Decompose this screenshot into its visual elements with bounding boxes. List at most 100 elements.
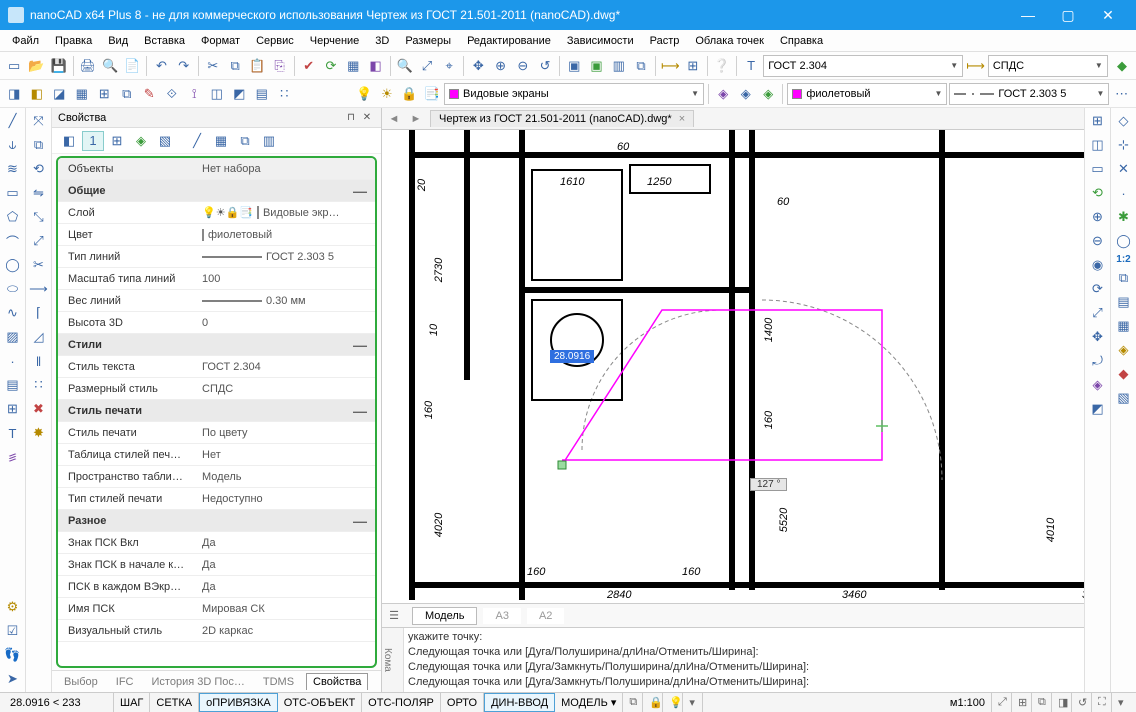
layer-tool-2[interactable]: ◈ — [735, 83, 756, 105]
dim-style-icon[interactable]: ⟼ — [965, 55, 986, 77]
tab-a3[interactable]: A3 — [483, 608, 520, 624]
tab-close-icon[interactable]: × — [679, 113, 685, 125]
snap-tool-6[interactable]: ◯ — [1113, 230, 1135, 252]
misc-tool-1[interactable]: ⚙ — [2, 596, 24, 618]
props-row[interactable]: Стиль текстаГОСТ 2.304 — [58, 356, 375, 378]
mtext-tool[interactable]: ꠵ — [2, 446, 24, 468]
point-tool[interactable]: · — [2, 350, 24, 372]
document-tab[interactable]: Чертеж из ГОСТ 21.501-2011 (nanoCAD).dwg… — [430, 110, 694, 127]
props-tab-2[interactable]: История 3D Пос… — [146, 674, 251, 690]
nav-tool-3[interactable]: ▭ — [1087, 158, 1109, 180]
props-row[interactable]: Вес линий0.30 мм — [58, 290, 375, 312]
new-file-button[interactable]: ▭ — [4, 55, 24, 77]
selection-b-button[interactable]: ▣ — [586, 55, 606, 77]
footprint-icon[interactable]: 👣 — [2, 644, 24, 666]
props-tool-9[interactable]: ▥ — [258, 131, 280, 151]
region-tool[interactable]: ▤ — [2, 374, 24, 396]
nav-tool-4[interactable]: ⟲ — [1087, 182, 1109, 204]
tab-next-icon[interactable]: ► — [408, 113, 424, 125]
props-tool-2[interactable]: 1 — [82, 131, 104, 151]
tool-a2[interactable]: ◧ — [27, 83, 48, 105]
linetype-mgr-button[interactable]: ⋯ — [1111, 83, 1132, 105]
measure-button[interactable]: ⟼ — [660, 55, 681, 77]
grid-button[interactable]: ⊞ — [683, 55, 703, 77]
model-indicator[interactable]: МОДЕЛЬ ▾ — [555, 693, 623, 712]
menu-3D[interactable]: 3D — [367, 33, 397, 49]
nav-tool-5[interactable]: ⊕ — [1087, 206, 1109, 228]
props-row[interactable]: Визуальный стиль2D каркас — [58, 620, 375, 642]
props-row[interactable]: Высота 3D0 — [58, 312, 375, 334]
layer-mgr-button[interactable]: ◧ — [365, 55, 385, 77]
plot-button[interactable]: 📄 — [122, 55, 142, 77]
props-tool-1[interactable]: ◧ — [58, 131, 80, 151]
snap-tool-2[interactable]: ⊹ — [1113, 134, 1135, 156]
menu-Зависимости[interactable]: Зависимости — [559, 33, 642, 49]
zoom-realtime-button[interactable]: 🔍 — [395, 55, 415, 77]
selection-c-button[interactable]: ▥ — [609, 55, 629, 77]
nav-tool-9[interactable]: ⤢ — [1087, 302, 1109, 324]
nav-tool-13[interactable]: ◩ — [1087, 398, 1109, 420]
status-toggle-ШАГ[interactable]: ШАГ — [114, 693, 150, 712]
pline-tool[interactable]: ⫝ — [2, 134, 24, 156]
props-row[interactable]: Тип линийГОСТ 2.303 5 — [58, 246, 375, 268]
color-dropdown[interactable]: фиолетовый▼ — [787, 83, 947, 105]
chamfer-tool[interactable]: ◿ — [28, 326, 50, 348]
erase-tool[interactable]: ✖ — [28, 398, 50, 420]
snap-tool-12[interactable]: ▧ — [1113, 387, 1135, 409]
pan-button[interactable]: ✥ — [468, 55, 488, 77]
props-row[interactable]: Имя ПСКМировая СК — [58, 598, 375, 620]
menu-Вид[interactable]: Вид — [100, 33, 136, 49]
props-tab-1[interactable]: IFC — [110, 674, 140, 690]
command-line-content[interactable]: укажите точку: Следующая точка или [Дуга… — [404, 628, 1084, 692]
props-tool-8[interactable]: ⧉ — [234, 131, 256, 151]
lock-icon[interactable]: 🔒 — [399, 83, 420, 105]
hatch-tool[interactable]: ▨ — [2, 326, 24, 348]
print-preview-button[interactable]: 🔍 — [100, 55, 120, 77]
panel-close-icon[interactable]: ✕ — [359, 110, 375, 126]
tool-a12[interactable]: ▤ — [252, 83, 273, 105]
close-button[interactable]: ✕ — [1088, 0, 1128, 30]
props-row[interactable]: ПСК в каждом ВЭкр…Да — [58, 576, 375, 598]
misc-tool-2[interactable]: ☑ — [2, 620, 24, 642]
paste-button[interactable]: 📋 — [247, 55, 267, 77]
snap-tool-11[interactable]: ◆ — [1113, 363, 1135, 385]
undo-button[interactable]: ↶ — [151, 55, 171, 77]
status-toggle-ОТС-ОБЪЕКТ[interactable]: ОТС-ОБЪЕКТ — [278, 693, 362, 712]
table-tool[interactable]: ⊞ — [2, 398, 24, 420]
menu-Черчение[interactable]: Черчение — [302, 33, 368, 49]
ellipse-tool[interactable]: ⬭ — [2, 278, 24, 300]
props-row[interactable]: Стиль печатиПо цвету — [58, 422, 375, 444]
props-group[interactable]: Стили— — [58, 334, 375, 356]
linetype-dropdown[interactable]: ГОСТ 2.303 5▼ — [949, 83, 1109, 105]
text-style-icon[interactable]: T — [741, 55, 761, 77]
nav-tool-11[interactable]: ⤾ — [1087, 350, 1109, 372]
nav-tool-6[interactable]: ⊖ — [1087, 230, 1109, 252]
props-row[interactable]: Знак ПСК ВклДа — [58, 532, 375, 554]
props-tab-4[interactable]: Свойства — [306, 673, 368, 690]
snap-tool-1[interactable]: ◇ — [1113, 110, 1135, 132]
menu-Вставка[interactable]: Вставка — [136, 33, 193, 49]
props-tool-3[interactable]: ⊞ — [106, 131, 128, 151]
menu-Растр[interactable]: Растр — [642, 33, 688, 49]
layer-tool-3[interactable]: ◈ — [758, 83, 779, 105]
snap-tool-10[interactable]: ◈ — [1113, 339, 1135, 361]
props-group[interactable]: Разное— — [58, 510, 375, 532]
spline-tool[interactable]: ∿ — [2, 302, 24, 324]
maximize-button[interactable]: ▢ — [1048, 0, 1088, 30]
status-end-5[interactable]: ↺ — [1072, 693, 1092, 712]
bulb-icon[interactable]: 💡 — [354, 83, 375, 105]
nav-tool-12[interactable]: ◈ — [1087, 374, 1109, 396]
fillet-tool[interactable]: ⌈ — [28, 302, 50, 324]
layer-dropdown[interactable]: Видовые экраны▼ — [444, 83, 704, 105]
nav-tool-7[interactable]: ◉ — [1087, 254, 1109, 276]
block-button[interactable]: ▦ — [343, 55, 363, 77]
redo-button[interactable]: ↷ — [174, 55, 194, 77]
status-icon-1[interactable]: ⧉ — [623, 693, 643, 712]
props-tab-3[interactable]: TDMS — [257, 674, 300, 690]
props-row[interactable]: Масштаб типа линий100 — [58, 268, 375, 290]
selection-a-button[interactable]: ▣ — [564, 55, 584, 77]
zoom-out-button[interactable]: ⊖ — [513, 55, 533, 77]
zoom-window-button[interactable]: ⤢ — [417, 55, 437, 77]
menu-Правка[interactable]: Правка — [47, 33, 100, 49]
sun-icon[interactable]: ☀ — [377, 83, 398, 105]
